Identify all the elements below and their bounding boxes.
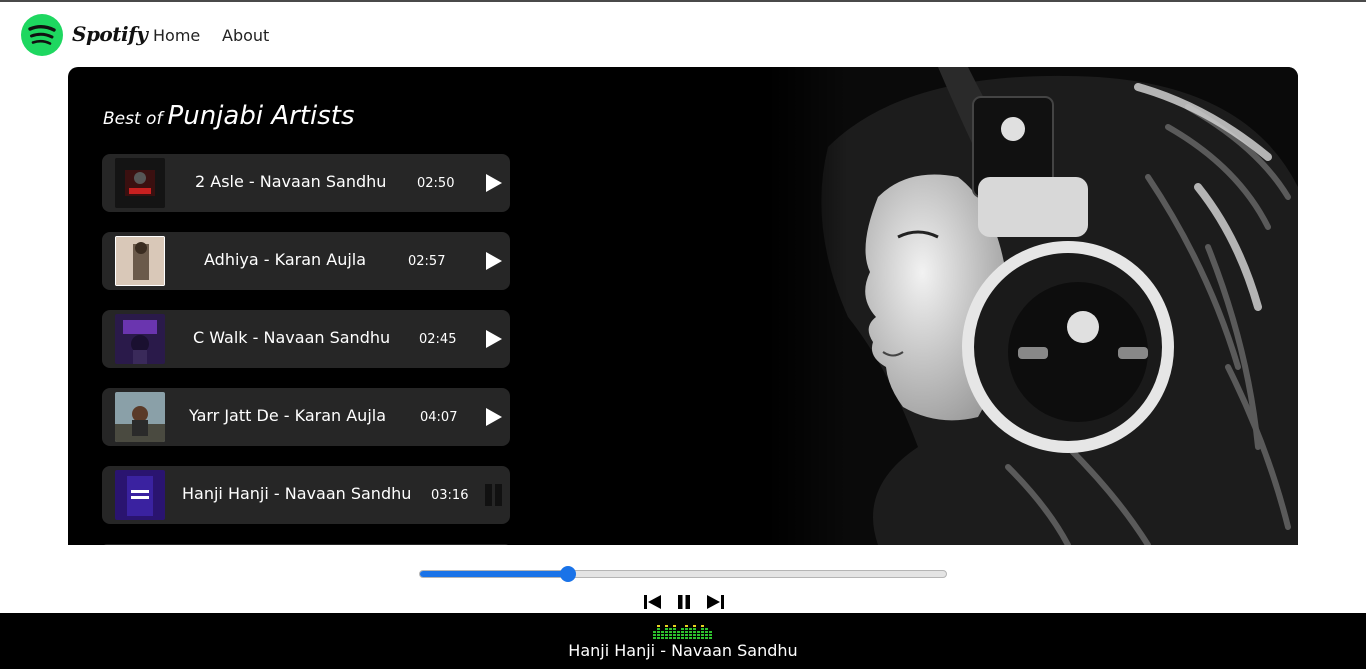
heading-small-text: Best of	[103, 109, 163, 129]
navbar: Spotify Home About	[0, 2, 1366, 66]
song-duration: 02:45	[419, 332, 457, 347]
previous-icon[interactable]	[643, 592, 663, 612]
album-cover-image	[115, 236, 165, 286]
brand-name[interactable]: Spotify	[72, 22, 148, 46]
spotify-logo-icon[interactable]	[21, 14, 63, 56]
album-cover-image	[115, 470, 165, 520]
song-title: Yarr Jatt De - Karan Aujla	[189, 406, 387, 425]
nav-link-about[interactable]: About	[222, 26, 269, 45]
pause-icon[interactable]	[674, 592, 694, 612]
song-list-container: Best of Punjabi Artists 2 Asle - Navaan …	[68, 67, 1298, 545]
song-duration: 04:07	[420, 410, 458, 425]
nav-link-home[interactable]: Home	[153, 26, 200, 45]
heading-big-text: Punjabi Artists	[167, 101, 355, 131]
song-title: C Walk - Navaan Sandhu	[193, 328, 391, 347]
pause-icon[interactable]	[484, 484, 504, 506]
song-item-2[interactable]: Adhiya - Karan Aujla 02:57	[102, 232, 510, 290]
album-cover-image	[115, 392, 165, 442]
progress-fill	[420, 571, 568, 577]
play-icon[interactable]	[484, 406, 504, 428]
progress-thumb[interactable]	[559, 566, 576, 582]
section-heading: Best of Punjabi Artists	[103, 101, 355, 131]
song-title: 2 Asle - Navaan Sandhu	[195, 172, 387, 191]
song-item-6[interactable]	[102, 544, 510, 545]
progress-bar[interactable]	[419, 566, 947, 582]
now-playing-bar: Hanji Hanji - Navaan Sandhu	[0, 613, 1366, 669]
now-playing-title: Hanji Hanji - Navaan Sandhu	[568, 641, 798, 660]
song-title: Hanji Hanji - Navaan Sandhu	[182, 484, 412, 503]
song-item-1[interactable]: 2 Asle - Navaan Sandhu 02:50	[102, 154, 510, 212]
song-duration: 02:50	[417, 176, 455, 191]
song-item-4[interactable]: Yarr Jatt De - Karan Aujla 04:07	[102, 388, 510, 446]
next-icon[interactable]	[705, 592, 725, 612]
album-cover-image	[115, 158, 165, 208]
equalizer-icon	[653, 625, 712, 639]
headphones-portrait-image	[768, 67, 1298, 545]
song-duration: 03:16	[431, 488, 469, 503]
play-icon[interactable]	[484, 250, 504, 272]
play-icon[interactable]	[484, 328, 504, 350]
play-icon[interactable]	[484, 172, 504, 194]
song-item-3[interactable]: C Walk - Navaan Sandhu 02:45	[102, 310, 510, 368]
song-title: Adhiya - Karan Aujla	[204, 250, 367, 269]
album-cover-image	[115, 314, 165, 364]
song-duration: 02:57	[408, 254, 446, 269]
song-item-5[interactable]: Hanji Hanji - Navaan Sandhu 03:16	[102, 466, 510, 524]
